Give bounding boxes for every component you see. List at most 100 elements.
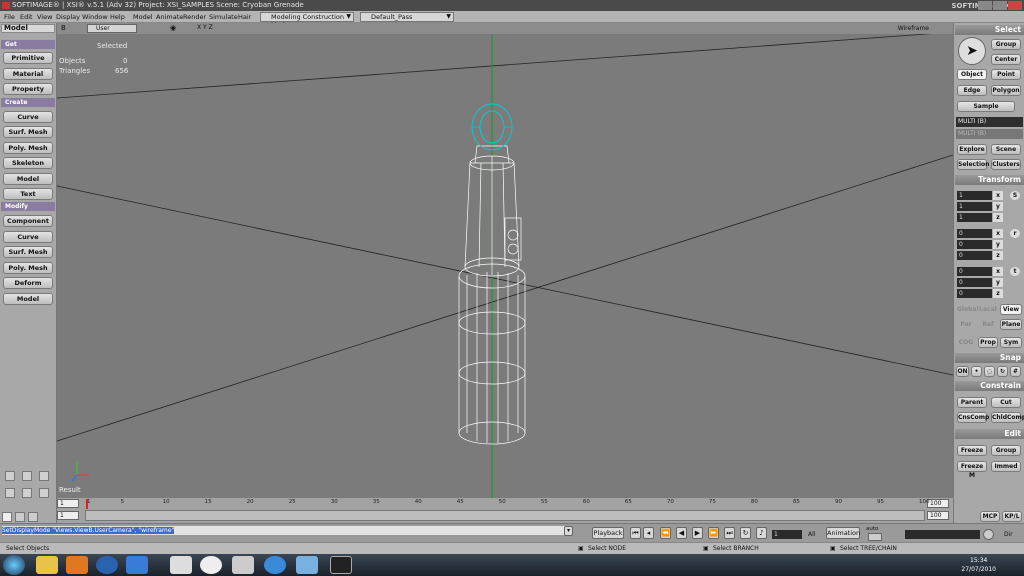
chldcomp-button[interactable]: ChldComp [991, 412, 1024, 423]
menu-file[interactable]: File [4, 12, 15, 22]
translate-y-field[interactable]: 0 [957, 278, 992, 287]
game-icon[interactable] [170, 556, 192, 574]
layout-split-icon[interactable] [22, 471, 32, 481]
point-button[interactable]: Point [991, 69, 1021, 80]
timeline-end-field[interactable]: 100 [927, 499, 949, 508]
translate-x-field[interactable]: 0 [957, 267, 992, 276]
rotate-z-field[interactable]: 0 [957, 251, 992, 260]
snap-point-icon[interactable]: • [971, 366, 982, 377]
modify-surf-mesh-button[interactable]: Surf. Mesh [3, 246, 53, 258]
play-back-icon[interactable]: ◀ [676, 527, 687, 539]
center-button[interactable]: Center [991, 54, 1021, 65]
scale-x-field[interactable]: 1 [957, 191, 992, 200]
clusters-button[interactable]: Clusters [991, 159, 1021, 170]
range-slider[interactable] [85, 510, 925, 521]
viewport-canvas[interactable] [57, 23, 953, 498]
kpl-tab[interactable]: KP/L [1002, 511, 1022, 522]
first-frame-icon[interactable]: ⏮ [630, 527, 641, 539]
freeze-m-button[interactable]: Freeze M [957, 461, 987, 479]
dir-label[interactable]: Dir [1004, 531, 1013, 538]
layout-horizontal-icon[interactable] [5, 488, 15, 498]
hp-icon[interactable] [96, 556, 118, 574]
xsi-app-icon[interactable] [232, 556, 254, 574]
translate-z-field[interactable]: 0 [957, 289, 992, 298]
object-button[interactable]: Object [957, 69, 987, 80]
global-mode-button[interactable]: Global [956, 304, 979, 315]
prev-key-icon[interactable]: ◂ [643, 527, 654, 539]
selection-button[interactable]: Selection [957, 159, 989, 170]
snap-on-button[interactable]: ON [956, 366, 969, 377]
construction-mode-select[interactable]: Modeling Construction Mode ▼ [260, 12, 354, 29]
layout-vertical-icon[interactable] [22, 488, 32, 498]
timeline-end2-field[interactable]: 100 [927, 511, 949, 520]
create-surf-mesh-button[interactable]: Surf. Mesh [3, 126, 53, 138]
snap-curve-icon[interactable]: ◌ [984, 366, 995, 377]
create-model-button[interactable]: Model [3, 173, 53, 185]
deform-button[interactable]: Deform [3, 277, 53, 289]
current-frame-field[interactable]: 1 [772, 530, 802, 539]
scale-z-field[interactable]: 1 [957, 213, 992, 222]
cut-button[interactable]: Cut [991, 397, 1021, 408]
folder-icon[interactable] [36, 556, 58, 574]
axes-toggle[interactable]: X Y Z [197, 24, 213, 31]
modify-poly-mesh-button[interactable]: Poly. Mesh [3, 262, 53, 274]
helmet-icon[interactable] [200, 556, 222, 574]
parent-button[interactable]: Parent [957, 397, 987, 408]
menu-animate[interactable]: Animate [156, 12, 183, 22]
freeze-button[interactable]: Freeze [957, 445, 987, 456]
local-mode-button[interactable]: Local [978, 304, 998, 315]
select-tool-icon[interactable] [2, 512, 12, 522]
immed-button[interactable]: Immed [991, 461, 1021, 472]
browser-icon[interactable] [264, 556, 286, 574]
primitive-button[interactable]: Primitive [3, 52, 53, 64]
play-icon[interactable]: ▶ [692, 527, 703, 539]
menu-edit[interactable]: Edit [20, 12, 33, 22]
start-button-icon[interactable] [3, 555, 25, 575]
media-player-icon[interactable] [66, 556, 88, 574]
mcp-tab[interactable]: MCP [980, 511, 1000, 522]
layout-triple-icon[interactable] [39, 488, 49, 498]
auto-key-label[interactable]: auto [866, 526, 878, 532]
audio-icon[interactable]: ♪ [756, 527, 767, 539]
sample-button[interactable]: Sample [957, 101, 1015, 112]
selection-filter-field-secondary[interactable]: MULTI (B) [956, 129, 1023, 139]
step-forward-icon[interactable]: ⏩ [708, 527, 719, 539]
minimize-icon[interactable] [978, 1, 992, 10]
edge-button[interactable]: Edge [957, 85, 987, 96]
select-arrow-icon[interactable]: ➤ [958, 37, 986, 65]
group-button[interactable]: Group [991, 39, 1021, 50]
playback-button[interactable]: Playback [592, 527, 624, 539]
sym-button[interactable]: Sym [1000, 337, 1022, 348]
modify-curve-button[interactable]: Curve [3, 231, 53, 243]
component-button[interactable]: Component [3, 215, 53, 227]
scale-key-button[interactable]: S [1010, 191, 1020, 200]
material-button[interactable]: Material [3, 68, 53, 80]
animation-menu-button[interactable]: Animation [826, 527, 860, 539]
prop-button[interactable]: Prop [978, 337, 998, 348]
snap-rotate-icon[interactable]: ↻ [997, 366, 1008, 377]
text-button[interactable]: Text [3, 188, 53, 200]
create-poly-mesh-button[interactable]: Poly. Mesh [3, 142, 53, 154]
create-curve-button[interactable]: Curve [3, 111, 53, 123]
camera-select[interactable]: User [87, 24, 137, 33]
display-mode-menu[interactable]: Wireframe [898, 25, 929, 32]
snap-grid-icon[interactable]: # [1010, 366, 1021, 377]
module-switcher[interactable]: Model [1, 24, 55, 33]
animation-param-field[interactable] [905, 530, 980, 539]
menu-help[interactable]: Help [110, 12, 125, 22]
translate-key-button[interactable]: t [1010, 267, 1020, 276]
close-icon[interactable] [1008, 1, 1022, 10]
property-button[interactable]: Property [3, 83, 53, 95]
loop-icon[interactable]: ↻ [740, 527, 751, 539]
menu-simulate[interactable]: Simulate [209, 12, 238, 22]
timeline-start2-field[interactable]: 1 [57, 511, 79, 520]
ref-mode-button[interactable]: Ref [978, 319, 998, 330]
command-history-icon[interactable]: ▾ [564, 526, 573, 536]
eye-icon[interactable]: ◉ [170, 24, 176, 32]
group-edit-button[interactable]: Group [991, 445, 1021, 456]
selection-filter-field[interactable]: MULTI (B) [956, 117, 1023, 127]
timeline-start-field[interactable]: 1 [57, 499, 79, 508]
checkmark-app-icon[interactable] [126, 556, 148, 574]
explorer-icon[interactable] [296, 556, 318, 574]
layout-quad-icon[interactable] [5, 471, 15, 481]
